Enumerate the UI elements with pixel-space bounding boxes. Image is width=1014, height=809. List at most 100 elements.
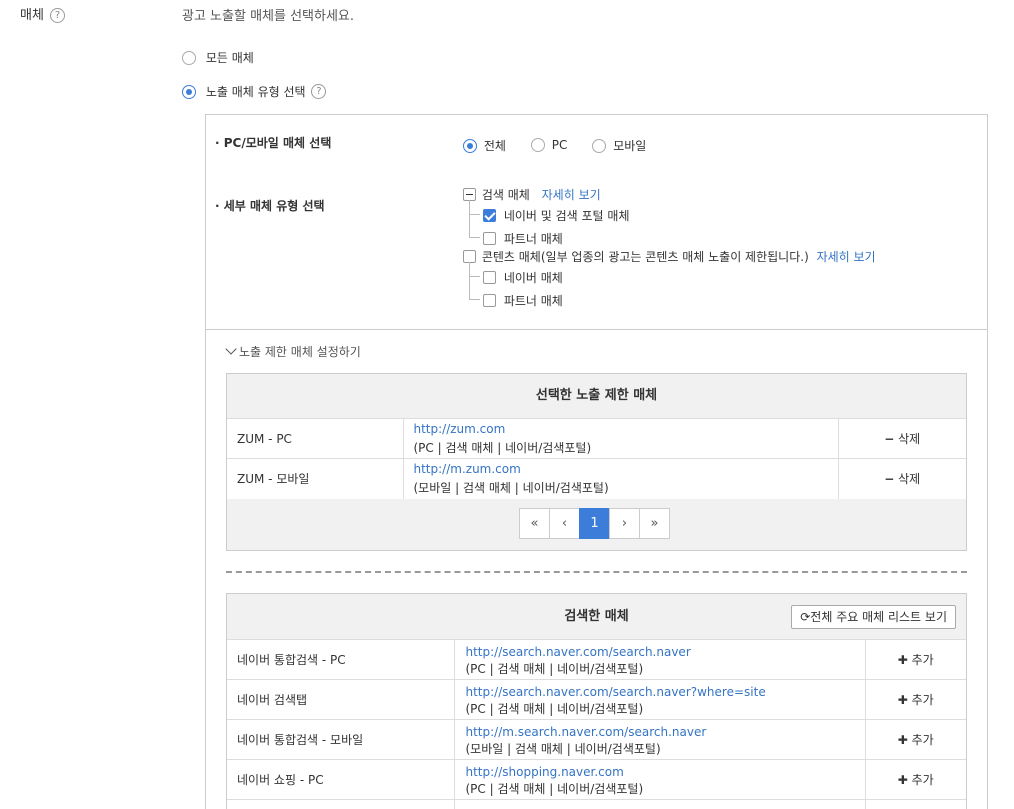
tree-branch [470,237,480,238]
refresh-icon: ⟳ [800,610,811,624]
media-url[interactable]: http://m.zum.com [414,462,838,476]
table-row: 네이버 쇼핑 - PC http://shopping.naver.com (PC … [227,759,966,800]
plus-icon: ✚ [897,733,908,747]
partner-label: 파트너 매체 [503,232,563,246]
dashed-divider [226,571,967,573]
last-page-button[interactable]: » [639,508,670,539]
content-media-row[interactable]: 콘텐츠 매체(일부 업종의 광고는 콘텐츠 매체 노출이 제한됩니다.) 자세히… [463,248,876,265]
media-name: ZUM - 모바일 [227,458,403,499]
naver-media-checkbox[interactable] [483,271,496,284]
divider [206,329,987,330]
radio-select-type-label: 노출 매체 유형 선택 [205,85,306,99]
partner-row[interactable]: 파트너 매체 [483,230,563,247]
media-url-cell: http://m.zum.com (모바일 | 검색 매체 | 네이버/검색포털… [402,458,838,499]
searched-media-table: 네이버 통합검색 - PC http://search.naver.com/sea… [227,639,966,809]
table-row: ZUM - PC http://zum.com (PC | 검색 매체 | 네이… [227,418,966,459]
naver-portal-row[interactable]: 네이버 및 검색 포털 매체 [483,207,630,224]
media-label: 매체 [20,8,44,23]
tree-line [469,200,470,238]
table-row: 네이버 통합검색 - 모바일 http://m.search.naver.com/… [227,719,966,760]
search-media-label: 검색 매체 [481,188,530,202]
search-media-row[interactable]: 검색 매체 자세히 보기 [463,186,601,203]
content-media-label: 콘텐츠 매체(일부 업종의 광고는 콘텐츠 매체 노출이 제한됩니다.) [481,250,809,264]
partner-checkbox[interactable] [483,232,496,245]
media-url-cell: http://search.naver.com/search.naver?whe… [453,679,865,720]
media-url[interactable]: http://search.naver.com/search.naver [466,645,865,659]
detail-type-title: · 세부 매체 유형 선택 [215,199,325,213]
radio-all-label: 전체 [483,139,506,153]
add-label: 추가 [911,733,934,747]
media-name: 네이버 통합검색 - PC [227,639,454,680]
add-label: 추가 [911,653,934,667]
pagination: « ‹ 1 › » [519,508,670,539]
add-label: 추가 [911,693,934,707]
delete-label: 삭제 [898,432,921,446]
help-icon[interactable]: ? [311,84,327,99]
radio-icon[interactable] [530,137,545,152]
media-url[interactable]: http://shopping.naver.com [466,765,865,779]
searched-media-header: 검색한 매체 [564,609,629,624]
media-url-cell: http://zum.com (PC | 검색 매체 | 네이버/검색포털) [402,418,838,459]
media-desc: (PC | 검색 매체 | 네이버/검색포털) [465,781,644,796]
next-page-button[interactable]: › [609,508,640,539]
radio-icon[interactable] [182,84,196,99]
media-name: 네이버 검색탭 [227,679,454,720]
selected-restrict-header: 선택한 노출 제한 매체 [535,388,658,403]
radio-select-type[interactable]: 노출 매체 유형 선택 ? [182,83,327,100]
media-name: 네이버 통합검색 - 모바일 [227,719,454,760]
radio-icon[interactable] [463,138,477,153]
pc-mobile-radio-group: 전체 PC 모바일 [463,137,646,154]
restrict-toggle[interactable]: 노출 제한 매체 설정하기 [225,343,361,360]
full-list-button[interactable]: ⟳전체 주요 매체 리스트 보기 [791,605,956,629]
media-desc: (PC | 검색 매체 | 네이버/검색포털) [465,661,644,676]
radio-pc[interactable]: PC [530,137,568,154]
plus-icon: ✚ [897,773,908,787]
radio-icon[interactable] [592,138,607,153]
media-desc: (모바일 | 검색 매체 | 네이버/검색포털) [465,741,661,756]
first-page-button[interactable]: « [519,508,550,539]
page-button[interactable]: 1 [579,508,610,539]
add-button[interactable]: ✚ 추가 [864,759,966,800]
content-media-detail-link[interactable]: 자세히 보기 [817,250,876,264]
add-button[interactable]: ✚ 추가 [864,639,966,680]
pc-mobile-title: · PC/모바일 매체 선택 [215,136,332,150]
tree-line [469,262,470,300]
delete-button[interactable]: − 삭제 [837,458,966,499]
media-url[interactable]: http://search.naver.com/search.naver?whe… [466,685,865,699]
restrict-toggle-label: 노출 제한 매체 설정하기 [239,345,361,359]
minus-icon: − [884,472,895,487]
radio-mobile-label: 모바일 [613,139,647,153]
naver-portal-checkbox[interactable] [483,209,496,222]
table-row: ZUM - 모바일 http://m.zum.com (모바일 | 검색 매체 … [227,458,966,499]
table-row: 네이버 검색탭 http://search.naver.com/search.na… [227,679,966,720]
search-media-detail-link[interactable]: 자세히 보기 [542,188,601,202]
add-button[interactable]: ✚ 추가 [864,679,966,720]
delete-label: 삭제 [898,472,921,487]
prev-page-button[interactable]: ‹ [549,508,580,539]
tree-branch [470,299,480,300]
searched-media-panel: 검색한 매체 ⟳전체 주요 매체 리스트 보기 네이버 통합검색 - PC htt… [226,593,967,809]
radio-mobile[interactable]: 모바일 [592,137,646,154]
plus-icon: ✚ [897,693,908,707]
radio-icon[interactable] [182,50,196,65]
radio-all[interactable]: 전체 [463,137,506,154]
media-description: 광고 노출할 매체를 선택하세요. [182,9,355,24]
radio-pc-label: PC [551,137,568,152]
add-button[interactable]: ✚ 추가 [864,719,966,760]
media-name [227,799,454,809]
media-url[interactable]: http://zum.com [414,422,838,436]
media-desc: (모바일 | 검색 매체 | 네이버/검색포털) [413,480,609,495]
minus-icon: − [884,432,895,446]
add-button[interactable] [864,799,966,809]
naver-media-row[interactable]: 네이버 매체 [483,269,563,286]
delete-button[interactable]: − 삭제 [837,418,966,459]
radio-all-media[interactable]: 모든 매체 [182,49,254,66]
media-url[interactable]: http://m.search.naver.com/search.naver [466,725,865,739]
media-name: ZUM - PC [227,418,403,459]
media-desc: (PC | 검색 매체 | 네이버/검색포털) [413,440,592,455]
partner2-label: 파트너 매체 [503,294,563,308]
media-url-cell: http://search.naver.com/search.naver (PC … [453,639,865,680]
help-icon[interactable]: ? [50,8,66,23]
partner2-row[interactable]: 파트너 매체 [483,292,563,309]
partner2-checkbox[interactable] [483,294,496,307]
